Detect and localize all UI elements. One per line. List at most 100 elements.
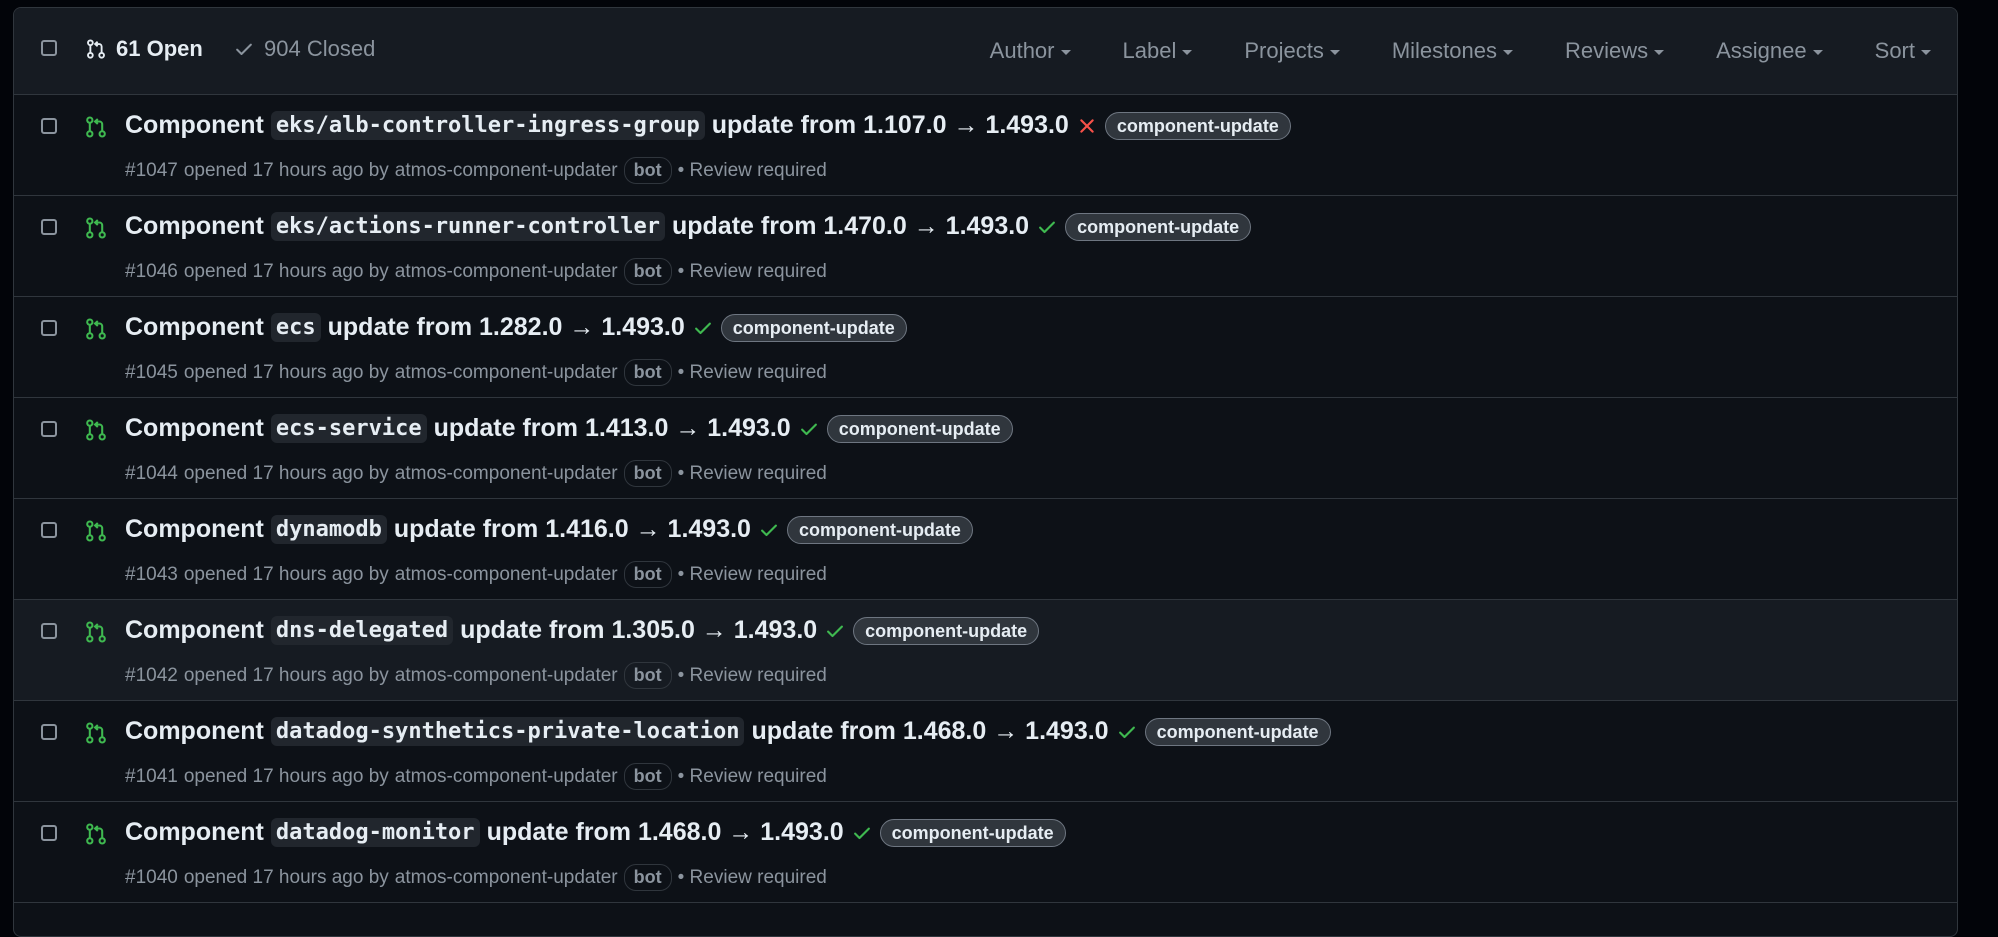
pr-title-link[interactable]: Component eks/actions-runner-controller … <box>125 212 1252 241</box>
review-status: • Review required <box>677 765 827 787</box>
pr-title-link[interactable]: Component ecs update from 1.282.0 → 1.49… <box>125 313 907 342</box>
pr-number: #1042 <box>125 664 178 686</box>
review-status: • Review required <box>677 866 827 888</box>
check-icon <box>236 43 252 55</box>
success-check-icon[interactable] <box>693 318 713 338</box>
success-check-icon[interactable] <box>759 520 779 540</box>
review-status: • Review required <box>677 462 827 484</box>
select-all-checkbox[interactable] <box>41 40 57 56</box>
component-update-label[interactable]: component-update <box>1065 212 1252 241</box>
pr-title-link[interactable]: Component eks/alb-controller-ingress-gro… <box>125 111 1291 140</box>
table-row: Component dynamodb update from 1.416.0 →… <box>14 499 1957 600</box>
pr-number: #1040 <box>125 866 178 888</box>
bot-badge: bot <box>623 157 672 184</box>
success-check-icon[interactable] <box>799 419 819 439</box>
component-name: datadog-synthetics-private-location <box>270 717 745 746</box>
projects-filter[interactable]: Projects <box>1244 38 1340 64</box>
component-update-label[interactable]: component-update <box>879 818 1066 847</box>
row-checkbox[interactable] <box>41 522 57 538</box>
component-update-label[interactable]: component-update <box>720 313 907 342</box>
pr-title-link[interactable]: Component dns-delegated update from 1.30… <box>125 616 1040 645</box>
title-prefix: Component <box>125 515 264 543</box>
component-update-label[interactable]: component-update <box>786 515 973 544</box>
open-pull-request-icon <box>86 217 106 239</box>
open-pull-request-icon <box>86 520 106 542</box>
title-update-text: update from 1.413.0 → 1.493.0 <box>433 414 791 442</box>
opened-text: opened 17 hours ago by <box>183 462 389 484</box>
milestones-filter[interactable]: Milestones <box>1392 38 1513 64</box>
bot-badge: bot <box>623 561 672 588</box>
filter-label: Milestones <box>1391 38 1497 63</box>
component-update-label[interactable]: component-update <box>853 616 1040 645</box>
pr-meta: #1044 opened 17 hours ago by atmos-compo… <box>125 460 827 487</box>
pr-title-link[interactable]: Component datadog-monitor update from 1.… <box>125 818 1066 847</box>
author-link[interactable]: atmos-component-updater <box>395 564 618 586</box>
author-link[interactable]: atmos-component-updater <box>395 766 618 788</box>
success-check-icon[interactable] <box>1037 217 1057 237</box>
review-status: • Review required <box>677 260 827 282</box>
row-checkbox[interactable] <box>41 623 57 639</box>
author-link[interactable]: atmos-component-updater <box>395 160 618 182</box>
author-link[interactable]: atmos-component-updater <box>395 463 618 485</box>
open-filter[interactable]: 61 Open <box>86 36 203 62</box>
pr-number: #1044 <box>125 462 178 484</box>
reviews-filter[interactable]: Reviews <box>1565 38 1665 64</box>
success-check-icon[interactable] <box>825 621 845 641</box>
component-update-label[interactable]: component-update <box>1144 717 1331 746</box>
caret-down-icon <box>1182 49 1193 55</box>
open-pull-request-icon <box>86 722 106 744</box>
pr-number: #1045 <box>125 361 178 383</box>
pr-meta: #1045 opened 17 hours ago by atmos-compo… <box>125 359 827 386</box>
author-filter[interactable]: Author <box>990 38 1071 64</box>
caret-down-icon <box>1502 49 1513 55</box>
pr-title-link[interactable]: Component ecs-service update from 1.413.… <box>125 414 1013 443</box>
rows-container: Component eks/alb-controller-ingress-gro… <box>14 95 1957 903</box>
closed-filter[interactable]: 904 Closed <box>234 36 375 62</box>
caret-down-icon <box>1329 49 1340 55</box>
row-checkbox[interactable] <box>41 421 57 437</box>
table-row: Component datadog-synthetics-private-loc… <box>14 701 1957 802</box>
row-checkbox[interactable] <box>41 118 57 134</box>
bot-badge: bot <box>623 662 672 689</box>
title-update-text: update from 1.416.0 → 1.493.0 <box>393 515 751 543</box>
opened-text: opened 17 hours ago by <box>183 765 389 787</box>
filter-label: Assignee <box>1716 38 1807 63</box>
row-checkbox[interactable] <box>41 825 57 841</box>
filter-bar: Author Label Projects Milestones Reviews… <box>990 8 1931 94</box>
success-check-icon[interactable] <box>1117 722 1137 742</box>
author-link[interactable]: atmos-component-updater <box>395 362 618 384</box>
pr-title-link[interactable]: Component datadog-synthetics-private-loc… <box>125 717 1331 746</box>
pr-meta: #1042 opened 17 hours ago by atmos-compo… <box>125 662 827 689</box>
label-filter[interactable]: Label <box>1123 38 1193 64</box>
failure-x-icon[interactable] <box>1077 116 1097 136</box>
title-prefix: Component <box>125 111 264 139</box>
title-update-text: update from 1.470.0 → 1.493.0 <box>671 212 1030 240</box>
title-prefix: Component <box>125 616 264 644</box>
open-pull-request-icon <box>86 823 106 845</box>
component-update-label[interactable]: component-update <box>1104 111 1291 140</box>
component-name: eks/actions-runner-controller <box>270 212 665 241</box>
success-check-icon[interactable] <box>852 823 872 843</box>
row-checkbox[interactable] <box>41 320 57 336</box>
pr-title-link[interactable]: Component dynamodb update from 1.416.0 →… <box>125 515 973 544</box>
row-checkbox[interactable] <box>41 724 57 740</box>
component-update-label[interactable]: component-update <box>826 414 1013 443</box>
author-link[interactable]: atmos-component-updater <box>395 261 618 283</box>
author-link[interactable]: atmos-component-updater <box>395 665 618 687</box>
assignee-filter[interactable]: Assignee <box>1716 38 1823 64</box>
row-checkbox[interactable] <box>41 219 57 235</box>
table-row: Component dns-delegated update from 1.30… <box>14 600 1957 701</box>
component-name: dns-delegated <box>270 616 454 645</box>
sort-filter[interactable]: Sort <box>1875 38 1931 64</box>
title-update-text: update from 1.282.0 → 1.493.0 <box>327 313 685 341</box>
list-header: 61 Open 904 Closed Author Label Projects… <box>14 8 1957 95</box>
open-pull-request-icon <box>86 419 106 441</box>
title-prefix: Component <box>125 717 264 745</box>
opened-text: opened 17 hours ago by <box>183 260 389 282</box>
bot-badge: bot <box>623 763 672 790</box>
review-status: • Review required <box>677 664 827 686</box>
author-link[interactable]: atmos-component-updater <box>395 867 618 889</box>
table-row: Component datadog-monitor update from 1.… <box>14 802 1957 903</box>
review-status: • Review required <box>677 563 827 585</box>
title-update-text: update from 1.468.0 → 1.493.0 <box>751 717 1109 745</box>
